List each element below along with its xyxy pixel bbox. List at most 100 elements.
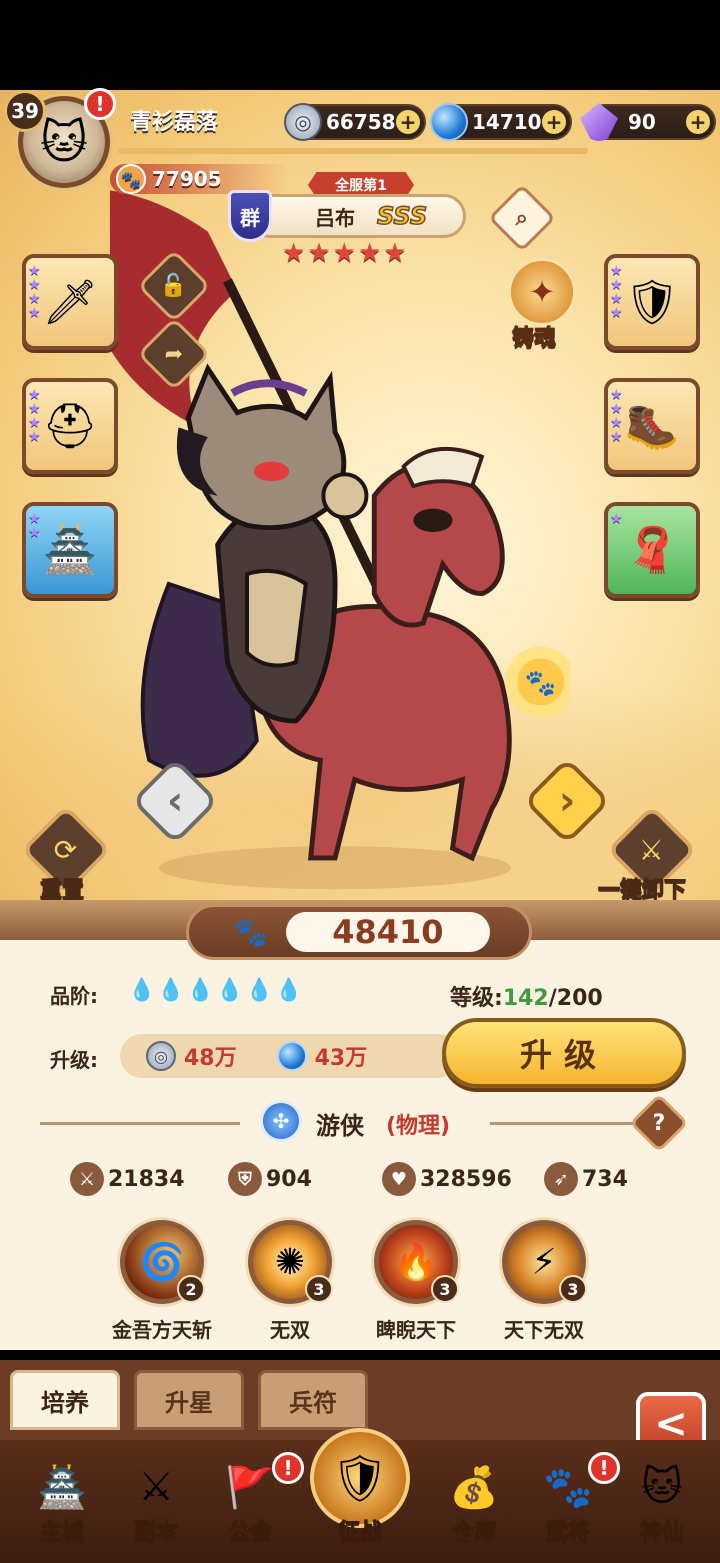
alert-icon: ! — [272, 1452, 304, 1484]
defense-icon: ⛨ — [228, 1162, 262, 1196]
unequip-icon: ⚔ — [639, 833, 665, 867]
nav-label: 武将 — [545, 1520, 590, 1546]
skill-icon: 🌀 2 — [120, 1220, 205, 1304]
nav-main-city[interactable]: 🏯 主城 — [20, 1452, 104, 1546]
immortal-icon: 🐱 — [641, 1464, 683, 1510]
tab-star-up[interactable]: 升星 — [134, 1370, 244, 1430]
slot-stars: ★ ★ ★ ★ — [28, 263, 41, 321]
skill-name: 金吾方天斩 — [112, 1318, 212, 1342]
quality-label: 品阶: — [50, 984, 98, 1008]
stat-attack-value: 21834 — [108, 1166, 185, 1192]
alert-icon: ! — [84, 88, 116, 120]
nav-label: 公会 — [227, 1520, 272, 1546]
slot-stars: ★ ★ ★ ★ — [28, 387, 41, 445]
equip-slot-armor[interactable]: ★ ★ ★ ★ 🛡 — [604, 254, 700, 350]
stat-speed-value: 734 — [582, 1166, 628, 1192]
cost-orb-value: 43万 — [314, 1046, 368, 1071]
chevron-left-icon: ‹ — [166, 777, 184, 824]
nav-generals[interactable]: 🐾 武将 ! — [526, 1452, 620, 1546]
dungeon-icon: ⚔ — [138, 1464, 174, 1510]
stat-health: ♥ 328596 — [382, 1162, 512, 1196]
flame-icon: ✦ — [528, 273, 556, 311]
equip-slot-boots[interactable]: ★ ★ ★ ★ 🥾 — [604, 378, 700, 474]
unlock-icon: 🔓 — [160, 273, 188, 299]
skill-level: 3 — [559, 1275, 587, 1303]
speed-icon: ➶ — [544, 1162, 578, 1196]
resource-silver[interactable]: ◎ 66758 + — [284, 103, 426, 141]
nav-label: 征战 — [337, 1520, 382, 1546]
equip-slot-mount[interactable]: ★ ★ 🏯 — [22, 502, 118, 598]
skill-item[interactable]: 🌀 2 金吾方天斩 — [102, 1220, 222, 1343]
spear-icon: 🗡 — [42, 277, 98, 328]
resource-orb-value: 14710 — [472, 110, 542, 134]
magnifier-icon: ⌕ — [515, 205, 529, 231]
nav-guild[interactable]: 🚩 公会 ! — [208, 1452, 304, 1546]
blood-drop-icon: 💧 — [157, 978, 185, 1003]
hero-level: 等级:142/200 — [450, 980, 603, 1012]
tab-train[interactable]: 培养 — [10, 1370, 120, 1430]
skill-icon: 🔥 3 — [374, 1220, 459, 1304]
skill-name: 睥睨天下 — [376, 1318, 456, 1342]
stat-defense-value: 904 — [266, 1166, 312, 1192]
warehouse-icon: 💰 — [449, 1464, 499, 1511]
helmet-icon: ⛑ — [42, 401, 98, 452]
hero-name: 吕布 — [315, 205, 355, 230]
share-icon: ➦ — [164, 341, 184, 367]
armor-icon: 🛡 — [624, 277, 680, 328]
skill-icon: ✺ 3 — [248, 1220, 333, 1304]
experience-bar — [118, 148, 588, 154]
combat-power-plaque: 🐾 48410 — [186, 904, 532, 960]
skill-item[interactable]: ✺ 3 无双 — [230, 1220, 350, 1343]
upgrade-button[interactable]: 升级 — [442, 1018, 686, 1088]
nav-dungeon[interactable]: ⚔ 副本 — [114, 1452, 198, 1546]
blood-drop-icon: 💧 — [275, 978, 303, 1003]
nav-label: 主城 — [39, 1520, 84, 1546]
equip-slot-weapon[interactable]: ★ ★ ★ ★ 🗡 — [22, 254, 118, 350]
ranger-class-icon: ✣ — [260, 1100, 302, 1142]
refresh-icon: ⟳ — [54, 833, 78, 867]
level-current: 142 — [502, 986, 549, 1011]
nav-immortal[interactable]: 🐱 神仙 — [620, 1452, 704, 1546]
status-area — [0, 0, 720, 90]
health-icon: ♥ — [382, 1162, 416, 1196]
star-icon: ★ — [332, 238, 356, 268]
nav-battle[interactable]: 🛡 征战 — [304, 1428, 416, 1563]
add-orb-button[interactable]: + — [542, 110, 566, 134]
forge-soul-button[interactable]: ✦ — [508, 258, 576, 326]
equip-slot-accessory[interactable]: ★ 🧣 — [604, 502, 700, 598]
blood-drop-icon: 💧 — [216, 978, 244, 1003]
quality-indicator: 💧 💧 💧 💧 💧 💧 — [128, 978, 302, 1003]
resource-crystal[interactable]: 90 + — [580, 103, 716, 141]
blood-drop-icon: 💧 — [186, 978, 215, 1003]
equip-slot-helmet[interactable]: ★ ★ ★ ★ ⛑ — [22, 378, 118, 474]
paw-icon: 🐾 — [116, 164, 146, 194]
player-avatar[interactable]: 🐱 39 ! — [4, 88, 116, 192]
resource-orb[interactable]: 14710 + — [430, 103, 572, 141]
slot-stars: ★ ★ — [28, 511, 41, 541]
blood-drop-icon: 💧 — [128, 978, 156, 1003]
divider-right — [490, 1122, 640, 1125]
silver-coin-icon: ◎ — [146, 1041, 176, 1071]
skill-item[interactable]: ⚡ 3 天下无双 — [484, 1220, 604, 1343]
silver-coin-icon: ◎ — [284, 103, 322, 141]
add-silver-button[interactable]: + — [396, 110, 420, 134]
nav-label: 神仙 — [639, 1520, 684, 1546]
skill-level: 3 — [305, 1275, 333, 1303]
question-icon: ? — [652, 1110, 666, 1136]
faction-badge: 群 — [228, 190, 272, 242]
nav-warehouse[interactable]: 💰 仓库 — [432, 1452, 516, 1546]
resource-silver-value: 66758 — [326, 110, 396, 134]
hero-name-plate: 吕布 SSS — [248, 194, 466, 238]
slot-stars: ★ — [610, 511, 623, 527]
skill-name: 无双 — [270, 1318, 310, 1342]
add-crystal-button[interactable]: + — [686, 110, 710, 134]
class-name: 游侠 — [316, 1112, 364, 1140]
stat-defense: ⛨ 904 — [228, 1162, 312, 1196]
hero-class-row: ✣ 游侠 (物理) — [0, 1098, 720, 1148]
stat-speed: ➶ 734 — [544, 1162, 628, 1196]
svg-text:🐾: 🐾 — [525, 668, 557, 698]
forge-soul-label: 铸魂 — [511, 326, 557, 352]
tab-troop-token[interactable]: 兵符 — [258, 1370, 368, 1430]
skill-item[interactable]: 🔥 3 睥睨天下 — [356, 1220, 476, 1343]
skill-level: 2 — [177, 1275, 205, 1303]
